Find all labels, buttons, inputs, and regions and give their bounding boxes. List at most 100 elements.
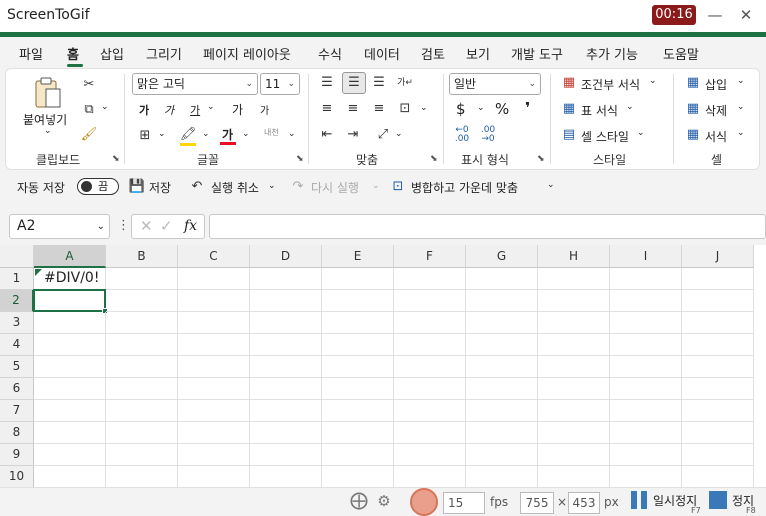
decrease-indent-icon[interactable]: ⇤ xyxy=(318,126,336,144)
delete-cells-button[interactable]: 삭제 xyxy=(705,102,727,119)
row-header-6[interactable]: 6 xyxy=(0,378,34,400)
tab-page-layout[interactable]: 페이지 레이아웃 xyxy=(203,44,291,63)
cell-styles-chevron-icon[interactable]: ⌄ xyxy=(637,128,645,138)
cell-a6[interactable] xyxy=(34,378,106,400)
save-button[interactable]: 저장 xyxy=(149,179,171,196)
cell-h3[interactable] xyxy=(538,312,610,334)
cell-b4[interactable] xyxy=(106,334,178,356)
cell-e1[interactable] xyxy=(322,268,394,290)
column-header-b[interactable]: B xyxy=(106,245,178,268)
tab-insert[interactable]: 삽입 xyxy=(100,44,124,63)
format-chevron-icon[interactable]: ⌄ xyxy=(737,128,745,138)
cell-e8[interactable] xyxy=(322,422,394,444)
cell-g10[interactable] xyxy=(466,466,538,487)
name-box[interactable]: A2 ⌄ xyxy=(9,214,110,239)
cell-b7[interactable] xyxy=(106,400,178,422)
cell-c9[interactable] xyxy=(178,444,250,466)
cell-c2[interactable] xyxy=(178,290,250,312)
cell-g4[interactable] xyxy=(466,334,538,356)
number-format-dropdown[interactable]: 일반 ⌄ xyxy=(449,73,541,95)
format-painter-icon[interactable]: 🖌 xyxy=(80,126,98,144)
width-input[interactable]: 755 xyxy=(520,492,554,514)
settings-gears-icon[interactable]: ⚙ xyxy=(374,492,394,510)
customize-qat-icon[interactable]: ⌄ xyxy=(547,180,555,190)
pause-icon[interactable] xyxy=(631,491,637,509)
increase-indent-icon[interactable]: ⇥ xyxy=(344,126,362,144)
tab-draw[interactable]: 그리기 xyxy=(146,44,182,63)
cell-f1[interactable] xyxy=(394,268,466,290)
tab-review[interactable]: 검토 xyxy=(421,44,445,63)
cell-j3[interactable] xyxy=(682,312,754,334)
column-header-c[interactable]: C xyxy=(178,245,250,268)
cell-j4[interactable] xyxy=(682,334,754,356)
align-bottom-icon[interactable]: ☰ xyxy=(370,74,388,92)
cell-c3[interactable] xyxy=(178,312,250,334)
cancel-entry-icon[interactable]: ✕ xyxy=(140,217,153,235)
grow-font-button[interactable]: 가 xyxy=(232,101,243,118)
cell-a3[interactable] xyxy=(34,312,106,334)
cell-a10[interactable] xyxy=(34,466,106,487)
cell-a7[interactable] xyxy=(34,400,106,422)
cell-e7[interactable] xyxy=(322,400,394,422)
borders-icon[interactable]: ⊞ xyxy=(137,127,153,145)
cell-e3[interactable] xyxy=(322,312,394,334)
cell-b9[interactable] xyxy=(106,444,178,466)
cell-a5[interactable] xyxy=(34,356,106,378)
cell-i3[interactable] xyxy=(610,312,682,334)
cell-h10[interactable] xyxy=(538,466,610,487)
fps-input[interactable]: 15 xyxy=(443,492,485,514)
formula-input[interactable] xyxy=(209,214,766,239)
decrease-decimal-icon[interactable]: .00 →0 xyxy=(477,126,499,144)
cell-e9[interactable] xyxy=(322,444,394,466)
merge-chevron-icon[interactable]: ⌄ xyxy=(420,103,428,113)
cell-d5[interactable] xyxy=(250,356,322,378)
cell-g1[interactable] xyxy=(466,268,538,290)
conditional-format-button[interactable]: 조건부 서식 xyxy=(581,76,640,93)
row-header-7[interactable]: 7 xyxy=(0,400,34,422)
cell-f5[interactable] xyxy=(394,356,466,378)
undo-chevron-icon[interactable]: ⌄ xyxy=(268,181,276,191)
confirm-entry-icon[interactable]: ✓ xyxy=(160,217,173,235)
merge-center-icon[interactable]: ⊡ xyxy=(389,178,407,196)
cell-g6[interactable] xyxy=(466,378,538,400)
cell-i7[interactable] xyxy=(610,400,682,422)
cell-d4[interactable] xyxy=(250,334,322,356)
format-table-icon[interactable]: ▦ xyxy=(560,100,578,118)
cell-i9[interactable] xyxy=(610,444,682,466)
insert-chevron-icon[interactable]: ⌄ xyxy=(737,76,745,86)
height-input[interactable]: 453 xyxy=(568,492,600,514)
cell-g9[interactable] xyxy=(466,444,538,466)
column-header-i[interactable]: I xyxy=(610,245,682,268)
cell-i5[interactable] xyxy=(610,356,682,378)
cell-e5[interactable] xyxy=(322,356,394,378)
row-header-9[interactable]: 9 xyxy=(0,444,34,466)
cell-f10[interactable] xyxy=(394,466,466,487)
underline-chevron-icon[interactable]: ⌄ xyxy=(207,102,215,112)
row-header-8[interactable]: 8 xyxy=(0,422,34,444)
cell-c10[interactable] xyxy=(178,466,250,487)
clipboard-launcher-icon[interactable]: ⬊ xyxy=(112,154,120,164)
text-wrap-icon[interactable]: 가↵ xyxy=(396,74,414,92)
cell-f4[interactable] xyxy=(394,334,466,356)
delete-chevron-icon[interactable]: ⌄ xyxy=(737,102,745,112)
align-top-icon[interactable]: ☰ xyxy=(318,74,336,92)
orientation-chevron-icon[interactable]: ⌄ xyxy=(395,129,403,139)
cell-e10[interactable] xyxy=(322,466,394,487)
cell-f7[interactable] xyxy=(394,400,466,422)
column-header-g[interactable]: G xyxy=(466,245,538,268)
minimize-button[interactable]: — xyxy=(703,4,727,26)
column-header-e[interactable]: E xyxy=(322,245,394,268)
cell-j10[interactable] xyxy=(682,466,754,487)
cell-j2[interactable] xyxy=(682,290,754,312)
shrink-font-button[interactable]: 가 xyxy=(260,102,269,117)
alignment-launcher-icon[interactable]: ⬊ xyxy=(430,154,438,164)
cell-j9[interactable] xyxy=(682,444,754,466)
cell-d9[interactable] xyxy=(250,444,322,466)
format-cells-icon[interactable]: ▦ xyxy=(684,126,702,144)
redo-chevron-icon[interactable]: ⌄ xyxy=(372,181,380,191)
tab-developer[interactable]: 개발 도구 xyxy=(511,44,563,63)
cell-h7[interactable] xyxy=(538,400,610,422)
cell-c4[interactable] xyxy=(178,334,250,356)
tab-addins[interactable]: 추가 기능 xyxy=(586,44,638,63)
cell-j5[interactable] xyxy=(682,356,754,378)
